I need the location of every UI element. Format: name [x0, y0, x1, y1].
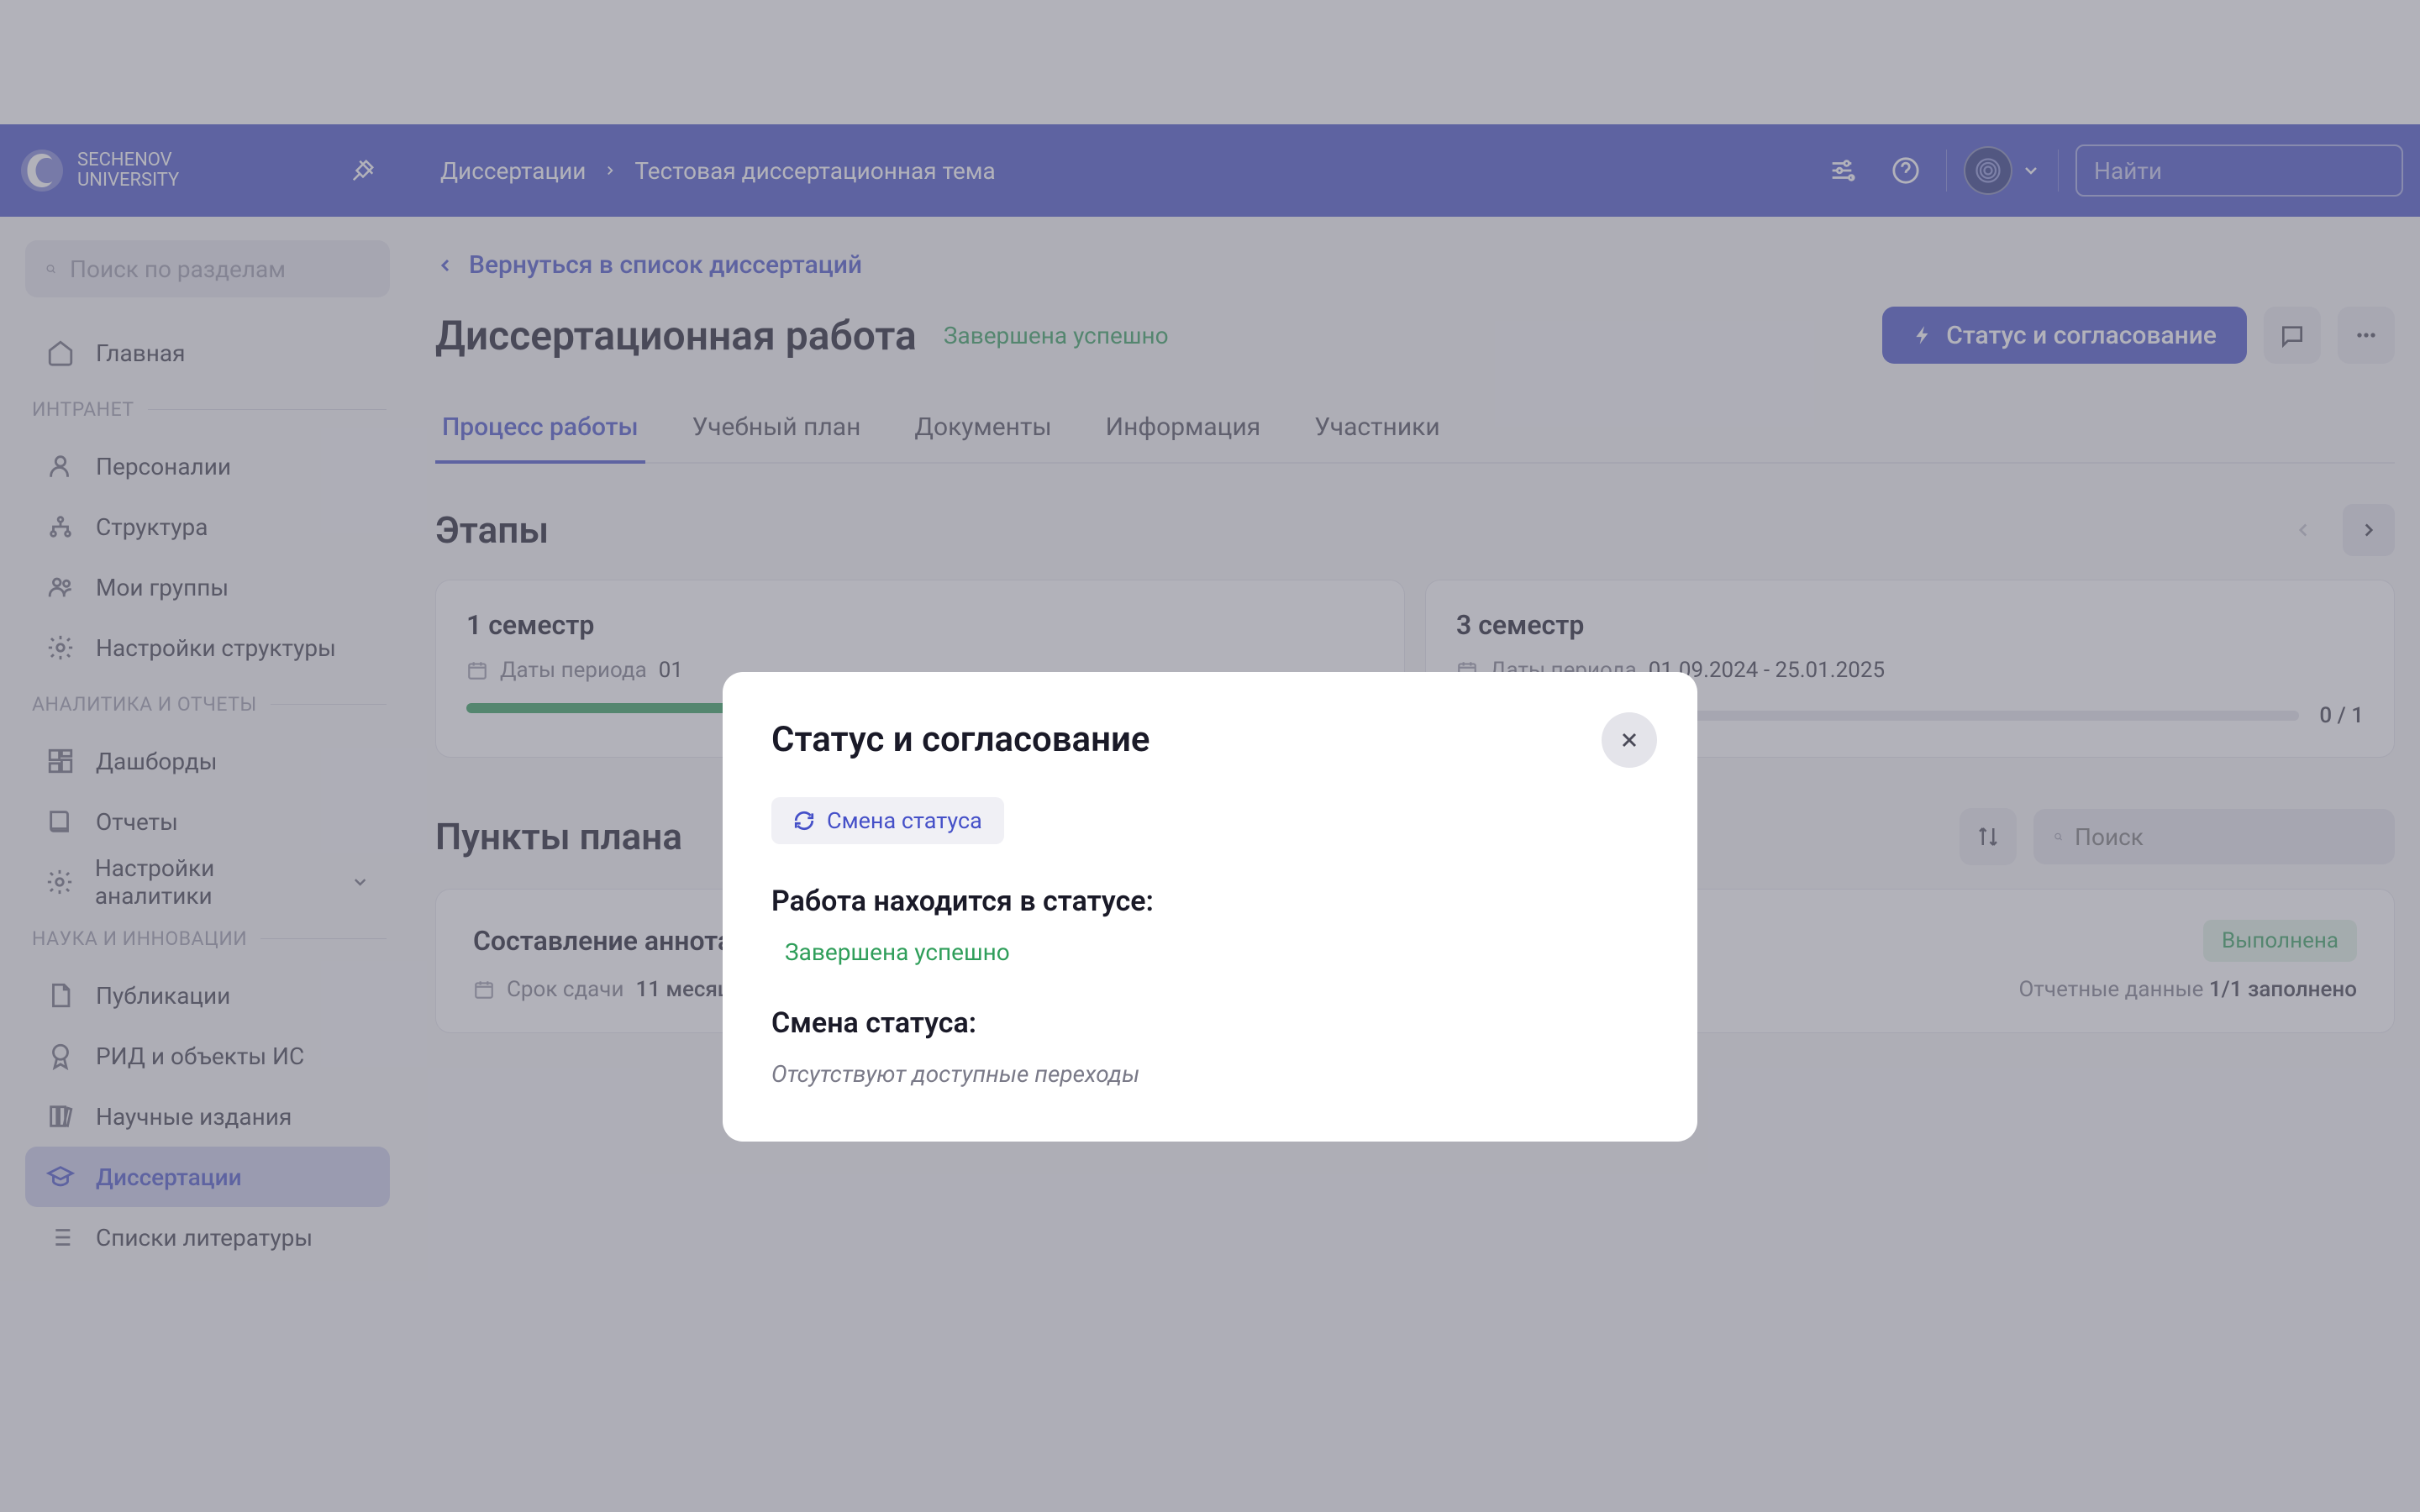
status-modal: Статус и согласование Смена статуса Рабо… — [723, 672, 1697, 1142]
modal-close-button[interactable] — [1602, 712, 1657, 768]
modal-empty-text: Отсутствуют доступные переходы — [771, 1060, 1649, 1088]
modal-change-label: Смена статуса: — [771, 1006, 1649, 1040]
modal-status-label: Работа находится в статусе: — [771, 885, 1649, 918]
modal-title: Статус и согласование — [771, 719, 1649, 760]
modal-status-value: Завершена успешно — [785, 938, 1649, 966]
modal-overlay[interactable]: Статус и согласование Смена статуса Рабо… — [0, 0, 2420, 1512]
refresh-icon — [793, 810, 815, 832]
change-status-chip[interactable]: Смена статуса — [771, 797, 1004, 844]
close-icon — [1618, 728, 1641, 752]
